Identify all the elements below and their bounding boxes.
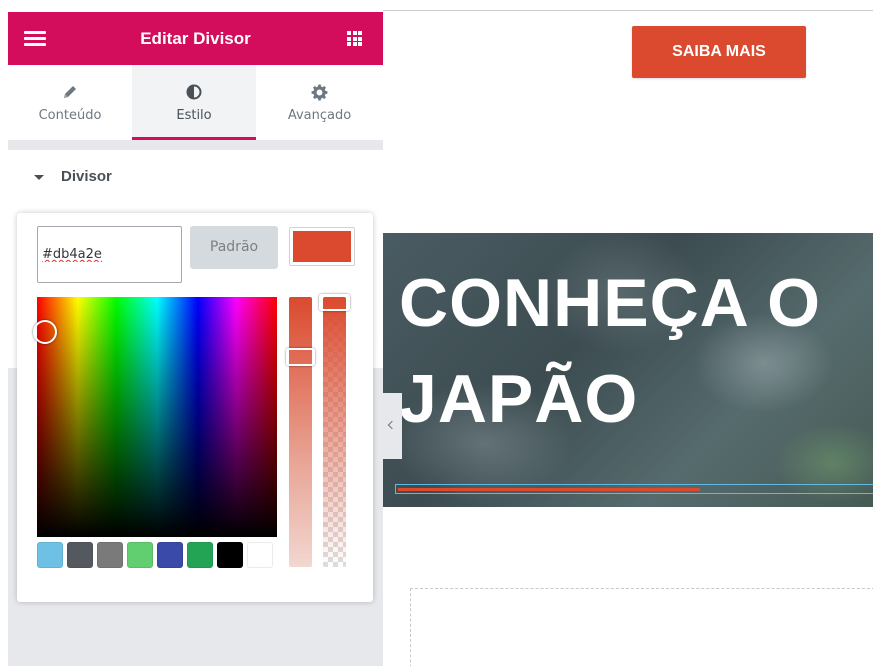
empty-section-dropzone[interactable] <box>410 588 873 666</box>
half-circle-icon <box>132 82 256 102</box>
panel-tabs: Conteúdo Estilo Avançado <box>8 65 383 140</box>
caret-down-icon <box>34 175 44 180</box>
palette-swatch[interactable] <box>127 542 153 568</box>
saiba-mais-button[interactable]: SAIBA MAIS <box>632 26 806 78</box>
current-color-swatch[interactable] <box>289 227 355 266</box>
palette-swatch[interactable] <box>37 542 63 568</box>
panel-title: Editar Divisor <box>140 29 251 48</box>
color-palette <box>37 542 273 568</box>
tab-style-label: Estilo <box>176 108 212 123</box>
divider-line <box>398 488 700 491</box>
default-color-button[interactable]: Padrão <box>190 226 278 269</box>
collapse-panel-handle[interactable] <box>383 393 402 459</box>
palette-swatch[interactable] <box>187 542 213 568</box>
preview-top-border <box>383 10 873 11</box>
color-picker: Padrão <box>17 213 373 602</box>
alpha-handle[interactable] <box>319 294 350 311</box>
section-label: Divisor <box>61 168 112 185</box>
tab-style[interactable]: Estilo <box>132 65 256 140</box>
spectrum-handle[interactable] <box>33 320 57 344</box>
lightness-handle[interactable] <box>286 348 315 366</box>
chevron-left-icon <box>387 420 397 430</box>
palette-swatch[interactable] <box>157 542 183 568</box>
hero-section[interactable]: CONHEÇA O JAPÃO <box>383 233 873 507</box>
tab-advanced-label: Avançado <box>287 108 352 123</box>
page-preview: SAIBA MAIS CONHEÇA O JAPÃO <box>383 0 873 666</box>
current-color-fill <box>293 231 351 262</box>
palette-swatch[interactable] <box>97 542 123 568</box>
tab-advanced[interactable]: Avançado <box>256 65 383 140</box>
palette-swatch[interactable] <box>217 542 243 568</box>
hero-title-line2: JAPÃO <box>399 361 639 437</box>
section-divisor-toggle[interactable]: Divisor <box>8 150 383 206</box>
hero-title: CONHEÇA O JAPÃO <box>399 255 821 447</box>
alpha-slider[interactable] <box>323 297 346 567</box>
palette-swatch[interactable] <box>67 542 93 568</box>
section-separator <box>8 140 383 150</box>
pencil-icon <box>8 82 132 102</box>
tab-content-label: Conteúdo <box>38 108 102 123</box>
hex-color-input[interactable] <box>37 226 182 283</box>
gear-icon <box>256 82 383 102</box>
widgets-grid-icon[interactable] <box>347 31 362 46</box>
hero-title-line1: CONHEÇA O <box>399 265 822 341</box>
lightness-slider[interactable] <box>289 297 312 567</box>
color-spectrum[interactable] <box>37 297 277 537</box>
alpha-gradient <box>323 297 346 567</box>
palette-swatch[interactable] <box>247 542 273 568</box>
tab-content[interactable]: Conteúdo <box>8 65 132 140</box>
panel-header: Editar Divisor <box>8 12 383 65</box>
